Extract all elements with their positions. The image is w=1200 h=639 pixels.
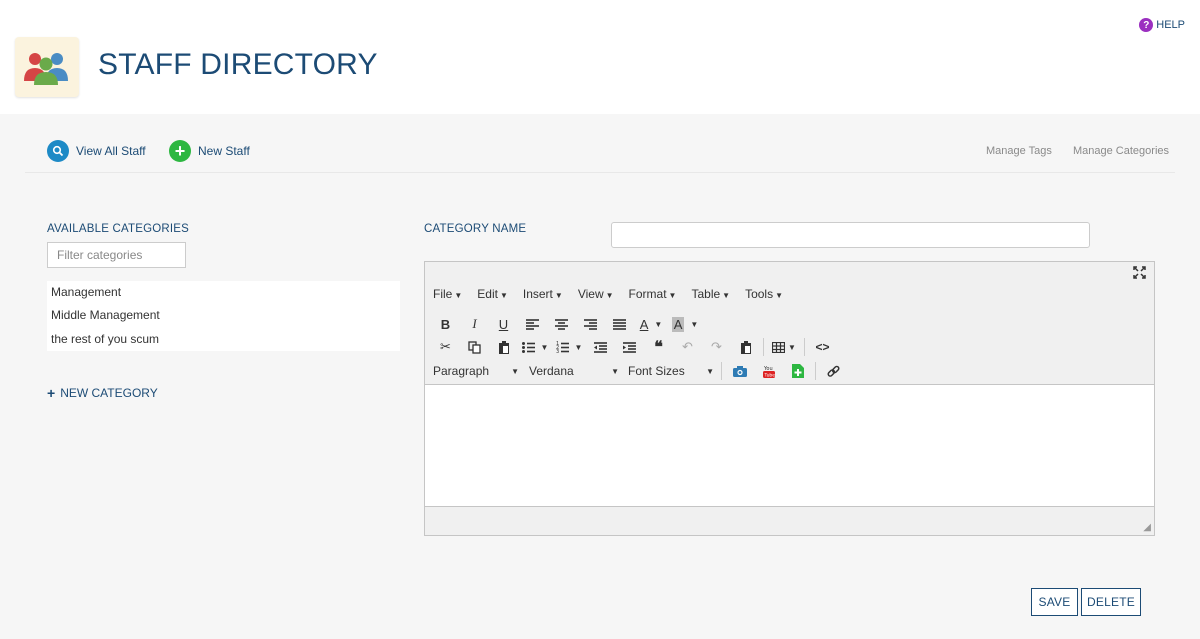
menu-file[interactable]: File ▼ [433,287,462,301]
outdent-icon[interactable] [586,336,615,358]
category-item-management[interactable]: Management [47,281,400,304]
toolbar-divider [804,338,805,356]
editor-content-area[interactable] [425,384,1154,507]
indent-icon[interactable] [615,336,644,358]
svg-text:3: 3 [556,349,559,353]
save-button[interactable]: SAVE [1031,588,1078,616]
align-left-icon[interactable] [518,313,547,335]
search-icon [47,140,69,162]
toolbar-row-3: Paragraph ▼ Verdana ▼ Font Sizes ▼ You Tube [431,360,848,382]
rich-text-editor: File ▼ Edit ▼ Insert ▼ View ▼ Format ▼ Table ▼… [424,261,1155,536]
menu-tools[interactable]: Tools ▼ [745,287,783,301]
menu-insert[interactable]: Insert ▼ [523,287,563,301]
menu-format[interactable]: Format ▼ [629,287,677,301]
toolbar-divider [721,362,722,380]
manage-categories-link[interactable]: Manage Categories [1073,145,1169,157]
align-center-icon[interactable] [547,313,576,335]
category-list: Management Middle Management the rest of… [47,281,400,351]
italic-icon[interactable]: I [460,313,489,335]
new-staff-button[interactable]: + New Staff [169,140,250,162]
blockquote-icon[interactable]: ❝ [644,336,673,358]
cut-icon[interactable]: ✂ [431,336,460,358]
copy-icon[interactable] [460,336,489,358]
view-all-staff-button[interactable]: View All Staff [47,140,146,162]
toolbar-row-1: B I U A ▼ A ▼ [431,313,702,335]
help-icon: ? [1139,18,1154,32]
font-size-select[interactable]: Font Sizes ▼ [626,360,718,382]
bullet-list-icon[interactable]: ▼ [518,336,552,358]
align-justify-icon[interactable] [605,313,634,335]
manage-tags-link[interactable]: Manage Tags [986,145,1052,157]
menu-view[interactable]: View ▼ [578,287,614,301]
category-item-rest[interactable]: the rest of you scum [47,328,400,351]
toolbar-divider [815,362,816,380]
toolbar-row-2: ✂ ▼ 1 2 3 ▼ ❝ ↶ ↷ ▼ <> [431,336,837,358]
svg-text:Tube: Tube [763,372,775,378]
bold-icon[interactable]: B [431,313,460,335]
category-item-middle-management[interactable]: Middle Management [47,304,400,327]
underline-icon[interactable]: U [489,313,518,335]
help-label: HELP [1156,19,1185,31]
background-color-icon[interactable]: A ▼ [668,313,702,335]
category-name-input[interactable] [611,222,1090,248]
view-all-staff-label: View All Staff [76,144,146,158]
plus-icon: + [169,140,191,162]
text-color-icon[interactable]: A ▼ [634,313,668,335]
page-title: STAFF DIRECTORY [98,48,378,81]
add-file-icon[interactable] [783,360,812,382]
align-right-icon[interactable] [576,313,605,335]
link-icon[interactable] [819,360,848,382]
block-format-select[interactable]: Paragraph ▼ [431,360,523,382]
header: STAFF DIRECTORY ? HELP [0,0,1200,114]
available-categories-heading: AVAILABLE CATEGORIES [47,223,190,235]
numbered-list-icon[interactable]: 1 2 3 ▼ [552,336,586,358]
filter-categories-input[interactable] [47,242,186,268]
toolbar-divider [763,338,764,356]
youtube-icon[interactable]: You Tube [754,360,783,382]
delete-button[interactable]: DELETE [1081,588,1141,616]
action-bar: View All Staff + New Staff Manage Tags M… [25,130,1175,173]
redo-icon[interactable]: ↷ [702,336,731,358]
help-link[interactable]: ? HELP [1139,18,1185,32]
staff-directory-logo [15,37,79,97]
editor-menubar: File ▼ Edit ▼ Insert ▼ View ▼ Format ▼ Table ▼… [433,287,783,301]
new-staff-label: New Staff [198,144,250,158]
fullscreen-icon[interactable] [1133,266,1146,282]
menu-edit[interactable]: Edit ▼ [477,287,508,301]
paste-icon[interactable] [489,336,518,358]
table-icon[interactable]: ▼ [767,336,801,358]
undo-icon[interactable]: ↶ [673,336,702,358]
menu-table[interactable]: Table ▼ [691,287,730,301]
camera-icon[interactable] [725,360,754,382]
new-category-button[interactable]: + NEW CATEGORY [47,385,158,401]
category-name-label: CATEGORY NAME [424,223,527,235]
source-code-icon[interactable]: <> [808,336,837,358]
paste-text-icon[interactable] [731,336,760,358]
font-family-select[interactable]: Verdana ▼ [527,360,623,382]
new-category-label: NEW CATEGORY [60,386,158,400]
plus-icon: + [47,385,56,401]
resize-handle-icon[interactable]: ◢ [1143,522,1151,533]
